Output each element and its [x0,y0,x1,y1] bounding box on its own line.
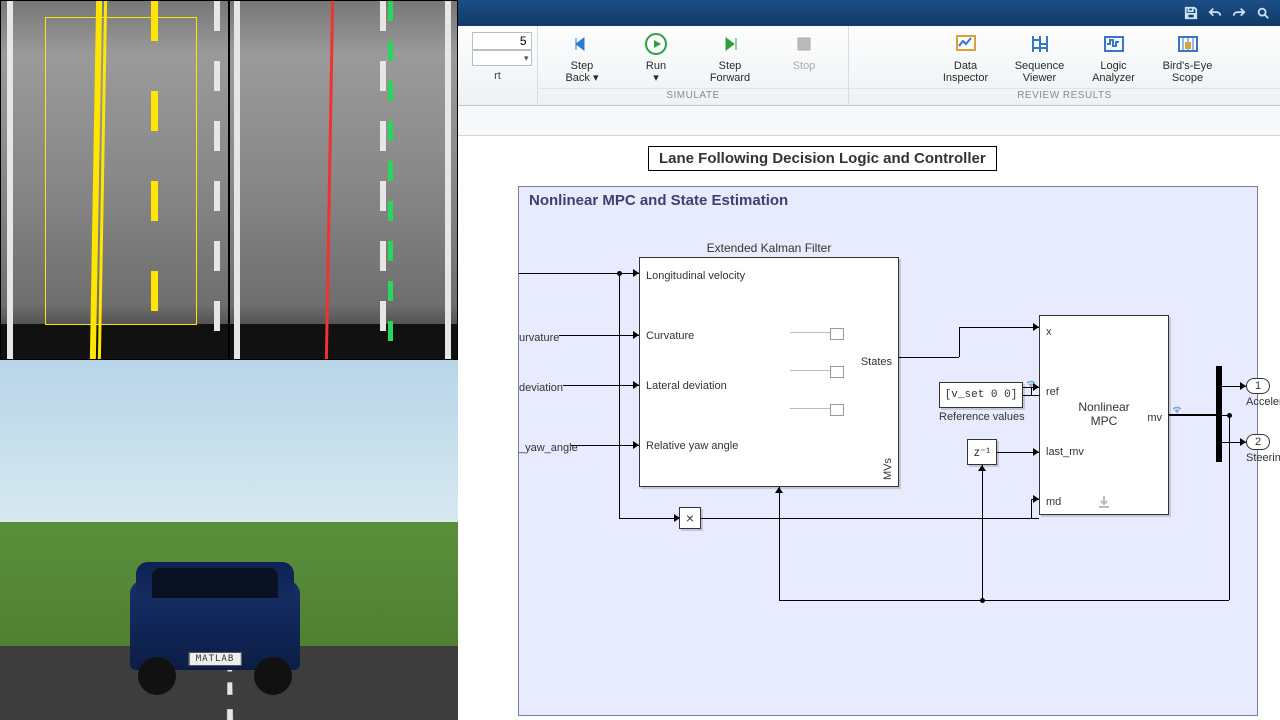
run-button[interactable]: Run ▾ [628,30,684,84]
quick-access-toolbar [458,0,1280,26]
ekf-title: Extended Kalman Filter [640,241,898,255]
wireless-icon [1171,401,1183,413]
simulate-group-label: SIMULATE [538,88,848,102]
ekf-port-curvature: Curvature [646,330,694,342]
stop-button: Stop [776,30,832,84]
inport-deviation-fragment: deviation [519,382,563,394]
mpc-port-last-mv: last_mv [1046,446,1084,458]
outport-2[interactable]: 2 [1246,434,1270,450]
camera-view-left [0,0,229,360]
download-icon [1096,494,1112,510]
subsystem-nonlinear-mpc[interactable]: Nonlinear MPC and State Estimation Exten… [518,186,1258,716]
chase-camera-view: MATLAB [0,360,458,720]
simulation-mode-dropdown[interactable] [472,50,532,66]
toolstrip: rt Step Back ▾ Run ▾ Step Forward [458,26,1280,106]
step-forward-button[interactable]: Step Forward [702,30,758,84]
search-icon[interactable] [1254,4,1272,22]
ekf-port-relative-yaw: Relative yaw angle [646,440,738,452]
mpc-port-ref: ref [1046,386,1059,398]
undo-icon[interactable] [1206,4,1224,22]
model-title: Lane Following Decision Logic and Contro… [648,146,997,171]
product-block[interactable]: × [679,507,701,529]
inport-yaw-fragment: _yaw_angle [519,442,578,454]
restart-button-fragment[interactable]: rt [483,66,513,82]
demux-block[interactable] [1216,366,1222,462]
ego-vehicle: MATLAB [120,560,310,700]
redo-icon[interactable] [1230,4,1248,22]
reference-values-block[interactable]: [v_set 0 0] [939,382,1023,408]
nonlinear-mpc-block[interactable]: x ref last_mv md mv Nonlinear MPC [1039,315,1169,515]
birdseye-scope-button[interactable]: Bird's-Eye Scope [1160,30,1216,84]
outport-2-label: Steering Ang [1246,452,1280,464]
license-plate: MATLAB [189,652,242,666]
inport-curvature-fragment: urvature [519,332,559,344]
ekf-port-lateral-deviation: Lateral deviation [646,380,727,392]
camera-view-right [229,0,458,360]
save-icon[interactable] [1182,4,1200,22]
ekf-port-longitudinal-velocity: Longitudinal velocity [646,270,745,282]
ekf-port-mvs: MVs [882,458,894,480]
step-back-button[interactable]: Step Back ▾ [554,30,610,84]
ekf-block[interactable]: Extended Kalman Filter Longitudinal velo… [639,257,899,487]
subsystem-title: Nonlinear MPC and State Estimation [529,192,788,209]
sequence-viewer-button[interactable]: Sequence Viewer [1012,30,1068,84]
unit-delay-block[interactable]: z⁻¹ [967,439,997,465]
logic-analyzer-button[interactable]: Logic Analyzer [1086,30,1142,84]
stop-time-input[interactable] [472,32,532,50]
mpc-port-md: md [1046,496,1061,508]
outport-1-label: Acceleration [1246,396,1280,408]
review-results-group-label: REVIEW RESULTS [849,88,1280,102]
data-inspector-button[interactable]: Data Inspector [938,30,994,84]
model-canvas[interactable]: Lane Following Decision Logic and Contro… [458,136,1280,720]
mpc-port-x: x [1046,326,1052,338]
mpc-title: Nonlinear MPC [1040,400,1168,428]
explorer-bar[interactable] [458,106,1280,136]
outport-1[interactable]: 1 [1246,378,1270,394]
reference-values-label: Reference values [939,411,1023,423]
